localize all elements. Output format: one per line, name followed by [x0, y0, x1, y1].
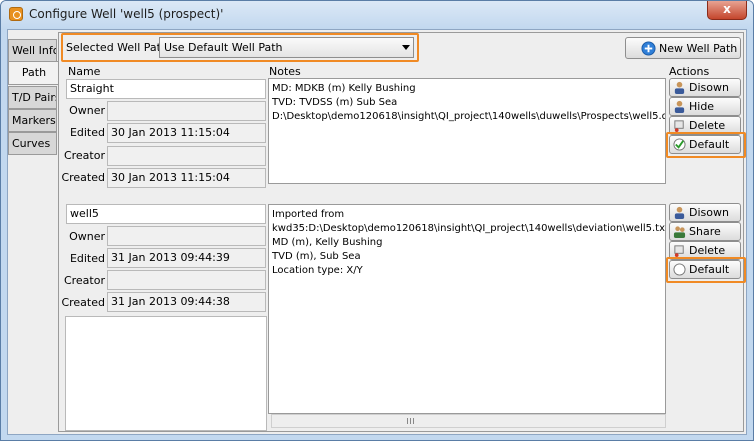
selected-path-select[interactable]: Use Default Well Path [159, 37, 414, 58]
configure-well-window: Configure Well 'well5 (prospect)' x Well… [0, 0, 754, 441]
edited-label: Edited [69, 126, 105, 139]
window-title: Configure Well 'well5 (prospect)' [29, 7, 224, 21]
selected-path-label: Selected Well Path [66, 41, 168, 54]
edited-value: 31 Jan 2013 09:44:39 [107, 248, 266, 268]
user-icon [674, 206, 685, 219]
column-header-notes: Notes [269, 65, 301, 78]
created-value: 30 Jan 2013 11:15:04 [107, 168, 266, 188]
default-button[interactable]: Default [669, 260, 741, 279]
empty-list-area [65, 316, 267, 431]
disown-button[interactable]: Disown [669, 78, 741, 97]
hide-button[interactable]: Hide [669, 97, 741, 116]
delete-icon [674, 120, 684, 132]
tab-curves[interactable]: Curves [8, 132, 57, 155]
created-label: Created [61, 296, 105, 309]
user-icon [674, 81, 685, 94]
notes-line: D:\Desktop\demo120618\insight\QI_project… [272, 111, 666, 122]
notes-textarea[interactable]: Imported from kwd35:D:\Desktop\demo12061… [268, 204, 666, 414]
tab-well-info[interactable]: Well Info [8, 39, 57, 62]
share-button[interactable]: Share [669, 222, 741, 241]
delete-icon [674, 245, 684, 257]
disown-button[interactable]: Disown [669, 203, 741, 222]
owner-label: Owner [69, 230, 105, 243]
edited-value: 30 Jan 2013 11:15:04 [107, 123, 266, 143]
notes-line: MD: MDKB (m) Kelly Bushing [272, 83, 416, 94]
new-well-path-button[interactable]: New Well Path [625, 37, 741, 59]
path-name-field[interactable]: well5 [66, 204, 266, 224]
path-name-field[interactable]: Straight [66, 79, 266, 99]
chevron-down-icon [402, 45, 410, 50]
creator-value [107, 146, 266, 166]
user-icon [674, 100, 685, 113]
notes-line: Location type: X/Y [272, 265, 363, 276]
owner-value [107, 226, 266, 246]
title-bar[interactable]: Configure Well 'well5 (prospect)' x [1, 1, 753, 29]
notes-horizontal-scrollbar[interactable] [271, 414, 666, 428]
notes-line: MD (m), Kelly Bushing [272, 237, 383, 248]
edited-label: Edited [69, 252, 105, 265]
created-value: 31 Jan 2013 09:44:38 [107, 292, 266, 312]
tab-path[interactable]: Path [8, 61, 59, 85]
share-users-icon [673, 226, 686, 238]
notes-line: TVD: TVDSS (m) Sub Sea [272, 97, 398, 108]
notes-line: kwd35:D:\Desktop\demo120618\insight\QI_p… [272, 223, 666, 234]
add-circle-icon [641, 41, 656, 56]
checkmark-icon [673, 138, 686, 151]
close-button[interactable]: x [707, 1, 747, 20]
owner-label: Owner [69, 104, 105, 117]
tab-markers[interactable]: Markers [8, 109, 57, 132]
notes-line: Imported from [272, 209, 345, 220]
radio-unchecked-icon [673, 263, 686, 276]
column-header-actions: Actions [669, 65, 710, 78]
creator-value [107, 270, 266, 290]
scrollbar-grip-icon[interactable] [405, 416, 417, 426]
column-header-name: Name [68, 65, 101, 78]
selected-path-value: Use Default Well Path [164, 41, 283, 54]
notes-line: TVD (m), Sub Sea [272, 251, 361, 262]
created-label: Created [61, 171, 105, 184]
creator-label: Creator [63, 274, 105, 287]
app-icon [9, 7, 23, 21]
creator-label: Creator [63, 149, 105, 162]
owner-value [107, 101, 266, 121]
notes-textarea[interactable]: MD: MDKB (m) Kelly Bushing TVD: TVDSS (m… [268, 78, 666, 184]
tab-td-pairs[interactable]: T/D Pairs [8, 86, 57, 109]
default-button[interactable]: Default [669, 135, 741, 154]
